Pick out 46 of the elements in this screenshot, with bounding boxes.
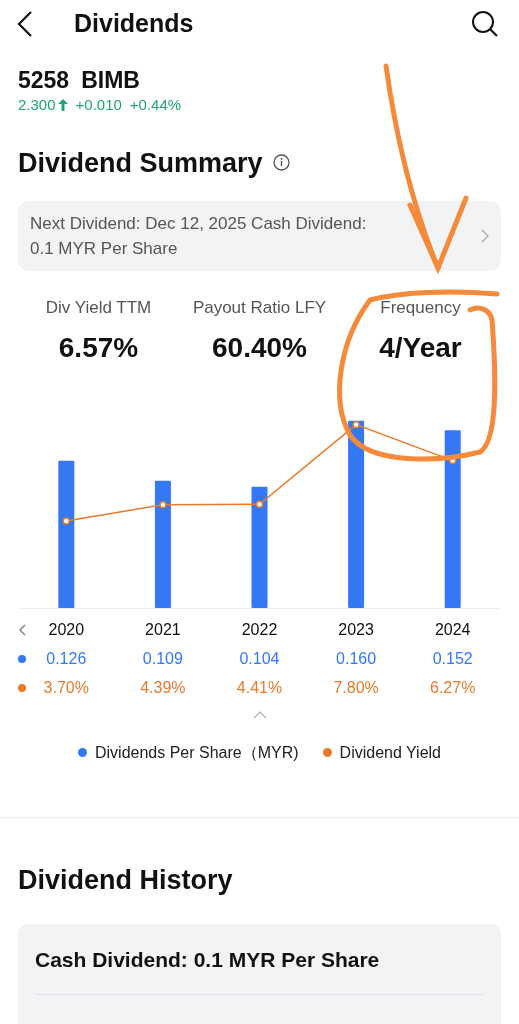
- info-icon[interactable]: [272, 154, 290, 172]
- up-arrow-icon: [57, 99, 68, 112]
- price-change-percent: +0.44%: [129, 95, 182, 115]
- stat-value: 60.40%: [212, 330, 307, 365]
- chart-point: [62, 516, 71, 525]
- value-label: 4.41%: [236, 678, 283, 698]
- next-dividend-text: 0.1 MYR Per Share: [30, 238, 179, 260]
- history-item-title: Cash Dividend: 0.1 MYR Per Share: [35, 944, 484, 995]
- stat-value: 6.57%: [58, 330, 139, 365]
- next-dividend-card[interactable]: Next Dividend: Dec 12, 2025 Cash Dividend: 0.1 MYR Per Share: [18, 201, 501, 271]
- stock-price: 2.300: [18, 95, 56, 115]
- section-title: Dividend History: [18, 863, 234, 897]
- year-label: 2024: [434, 619, 471, 640]
- stat-label: Frequency: [380, 297, 461, 319]
- next-dividend-text: Next Dividend: Dec 12, 2025 Cash Dividend:: [30, 213, 367, 235]
- year-label: 2022: [241, 619, 278, 640]
- stock-name: BIMB: [81, 66, 140, 94]
- legend-label: Dividend Yield: [339, 742, 441, 763]
- stat-value: 4/Year: [379, 330, 462, 365]
- chart-point: [352, 420, 360, 428]
- price-change: +0.010: [75, 95, 122, 115]
- section-title: Dividend Summary: [18, 146, 263, 180]
- history-card[interactable]: Cash Dividend: 0.1 MYR Per Share: [18, 924, 501, 1024]
- stock-code: 5258: [18, 66, 70, 94]
- year-label: 2021: [145, 619, 181, 640]
- chart-point: [255, 500, 264, 508]
- search-icon[interactable]: [471, 10, 499, 38]
- value-label: 0.109: [142, 649, 183, 669]
- chart-point: [448, 456, 457, 464]
- chart-point: [159, 500, 167, 509]
- value-label: 0.160: [336, 649, 377, 669]
- value-label: 7.80%: [333, 678, 379, 698]
- value-label: 6.27%: [430, 678, 476, 698]
- value-label: 3.70%: [43, 678, 89, 698]
- chevron-right-icon: [481, 229, 489, 243]
- value-label: 0.152: [432, 649, 473, 669]
- year-label: 2023: [338, 619, 374, 640]
- stat-label: Div Yield TTM: [45, 297, 152, 319]
- value-label: 0.104: [239, 649, 280, 669]
- value-label: 0.126: [46, 649, 87, 669]
- stat-label: Payout Ratio LFY: [192, 297, 327, 319]
- legend-label: Dividends Per Share（MYR): [95, 742, 299, 763]
- page-title: Dividends: [74, 8, 194, 40]
- value-label: 4.39%: [140, 678, 186, 698]
- year-label: 2020: [48, 619, 85, 640]
- chevron-left-icon[interactable]: [18, 623, 26, 636]
